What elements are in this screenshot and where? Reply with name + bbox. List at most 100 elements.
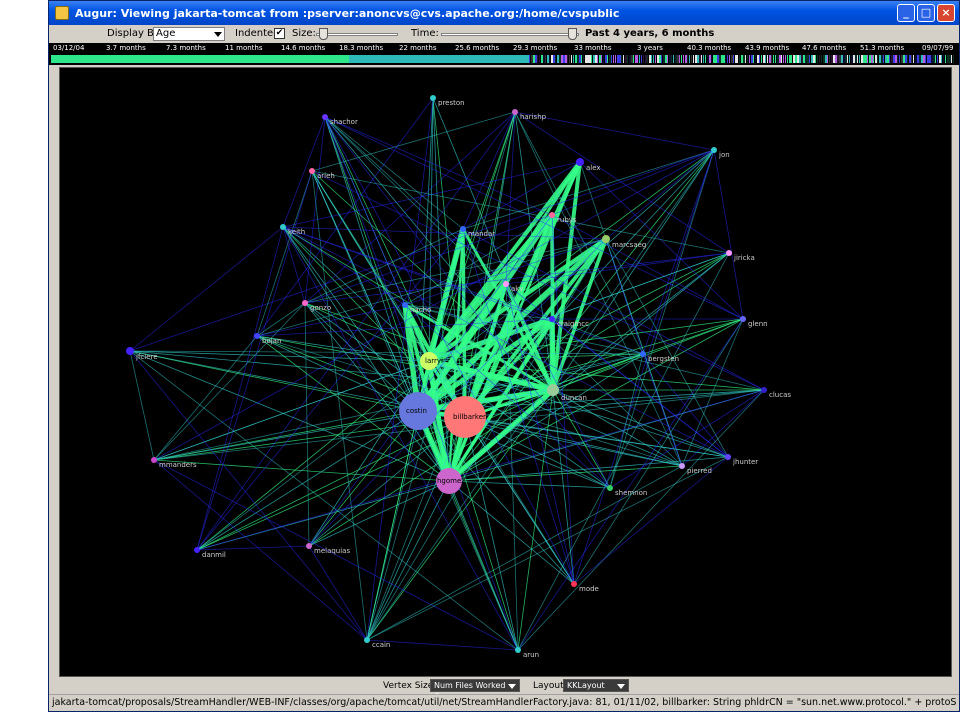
timeline-activity-bar xyxy=(99,55,101,63)
timeline-activity-bar xyxy=(861,55,863,63)
timeline-strip[interactable]: 03/12/04 3.7 months 7.3 months 11 months… xyxy=(49,43,959,65)
timeline-activity-bar xyxy=(409,55,411,63)
close-button[interactable]: × xyxy=(937,4,955,22)
size-slider-thumb[interactable] xyxy=(319,28,328,40)
graph-canvas[interactable]: preston harishp shachor alex jon arieh rubys ke… xyxy=(59,67,952,677)
graph-node-harishp[interactable] xyxy=(512,109,518,115)
timeline-activity-bar xyxy=(141,55,143,63)
graph-edge xyxy=(324,116,507,285)
timeline-activity-bar xyxy=(937,55,938,63)
display-by-select[interactable]: Age xyxy=(153,27,225,41)
timeline-activity-bar xyxy=(329,55,331,63)
collaboration-graph[interactable]: preston harishp shachor alex jon arieh rubys ke… xyxy=(60,68,953,678)
timeline-activity-bar xyxy=(863,55,865,63)
timeline-activity-bar xyxy=(533,55,535,63)
graph-node-jhunter[interactable] xyxy=(725,454,731,460)
graph-node-preston[interactable] xyxy=(430,95,436,101)
maximize-button[interactable]: □ xyxy=(917,4,935,22)
timeline-activity-bar xyxy=(931,55,933,63)
graph-edge xyxy=(713,149,744,320)
graph-node-shachor[interactable] xyxy=(322,114,328,120)
timeline-activity-bar xyxy=(951,55,952,63)
size-slider-track[interactable] xyxy=(316,33,398,36)
timeline-activity-bar xyxy=(483,55,485,63)
graph-node-label: arieh xyxy=(317,172,335,180)
title-bar[interactable]: Augur: Viewing jakarta-tomcat from :pser… xyxy=(49,1,959,25)
timeline-activity-bar xyxy=(345,55,347,63)
timeline-activity-bar xyxy=(663,55,665,63)
timeline-activity-bar xyxy=(469,55,471,63)
timeline-activity-bar xyxy=(497,55,499,63)
timeline-activity-bar xyxy=(501,55,503,63)
timeline-activity-bar xyxy=(201,55,203,63)
status-bar: jakarta-tomcat/proposals/StreamHandler/W… xyxy=(49,694,959,711)
timeline-activity-bar xyxy=(665,55,667,63)
graph-node-ccain[interactable] xyxy=(364,637,370,643)
timeline-activity-bar xyxy=(361,55,363,63)
timeline-activity-bar xyxy=(247,55,249,63)
graph-node-bergsten[interactable] xyxy=(640,351,646,357)
timeline-activity-bar xyxy=(715,55,717,63)
indented-checkbox[interactable]: ✔ xyxy=(274,28,285,39)
graph-node-alex[interactable] xyxy=(576,158,584,166)
vertex-size-select[interactable]: Num Files Worked On xyxy=(430,679,520,701)
minimize-button[interactable]: _ xyxy=(897,4,915,22)
timeline-activity-bar xyxy=(397,55,399,63)
timeline-activity-bar xyxy=(835,55,837,63)
timeline-activity-bar xyxy=(311,55,313,63)
graph-node-melaquias[interactable] xyxy=(306,543,312,549)
graph-node-bojan[interactable] xyxy=(254,333,260,339)
time-slider-thumb[interactable] xyxy=(568,28,577,40)
timeline-activity-bar xyxy=(81,55,83,63)
timeline-activity-bar xyxy=(691,55,692,63)
graph-node-akv[interactable] xyxy=(503,281,509,287)
timeline-activity-bar xyxy=(373,55,375,63)
graph-edge xyxy=(573,149,715,585)
timeline-activity-bar xyxy=(635,55,637,63)
graph-node-label: mandar xyxy=(468,230,495,238)
graph-edge xyxy=(642,353,683,467)
timeline-activity-bar xyxy=(473,55,475,63)
timeline-activity-bar xyxy=(307,55,309,63)
timeline-activity-bar xyxy=(845,55,847,63)
graph-node-marcsaeg[interactable] xyxy=(602,235,610,243)
timeline-activity-bar xyxy=(171,55,173,63)
graph-node-label: preston xyxy=(438,99,465,107)
graph-node-duncan[interactable] xyxy=(547,384,559,396)
timeline-activity-bar xyxy=(629,55,631,63)
graph-node-mmanders[interactable] xyxy=(151,457,157,463)
graph-node-rubys[interactable] xyxy=(549,212,555,218)
graph-node-danmil[interactable] xyxy=(194,547,200,553)
timeline-activity-bar xyxy=(837,55,839,63)
graph-node-arieh[interactable] xyxy=(309,168,315,174)
timeline-activity-bar xyxy=(581,55,582,63)
graph-node-gonzo[interactable] xyxy=(302,300,308,306)
graph-node-nacho[interactable] xyxy=(402,302,408,308)
graph-node-shemnon[interactable] xyxy=(607,485,613,491)
timeline-activity-bar xyxy=(95,55,97,63)
timeline-activity-bar xyxy=(241,55,243,63)
graph-node-keith[interactable] xyxy=(280,224,286,230)
timeline-activity-bar xyxy=(851,55,853,63)
graph-node-mode[interactable] xyxy=(571,581,577,587)
timeline-activity-bar xyxy=(479,55,481,63)
graph-node-jfclere[interactable] xyxy=(126,347,134,355)
timeline-activity-bar xyxy=(525,55,527,63)
graph-node-clucas[interactable] xyxy=(761,387,767,393)
graph-node-craigmcc[interactable] xyxy=(549,316,555,322)
layout-select[interactable]: KKLayout xyxy=(563,679,629,692)
graph-node-jiricka[interactable] xyxy=(726,250,732,256)
graph-node-jon[interactable] xyxy=(711,147,717,153)
timeline-activity-bar xyxy=(557,55,559,63)
graph-node-arun[interactable] xyxy=(515,647,521,653)
graph-node-mandar[interactable] xyxy=(460,226,466,232)
time-slider-track[interactable] xyxy=(441,33,579,36)
timeline-activity-bar xyxy=(679,55,680,63)
graph-node-glenn[interactable] xyxy=(740,316,746,322)
timeline-activity-bar xyxy=(447,55,449,63)
graph-node-pierred[interactable] xyxy=(679,463,685,469)
timeline-activity-bar xyxy=(881,55,883,63)
graph-edge xyxy=(462,111,516,230)
timeline-activity-bar xyxy=(207,55,209,63)
timeline-activity-bar xyxy=(173,55,175,63)
